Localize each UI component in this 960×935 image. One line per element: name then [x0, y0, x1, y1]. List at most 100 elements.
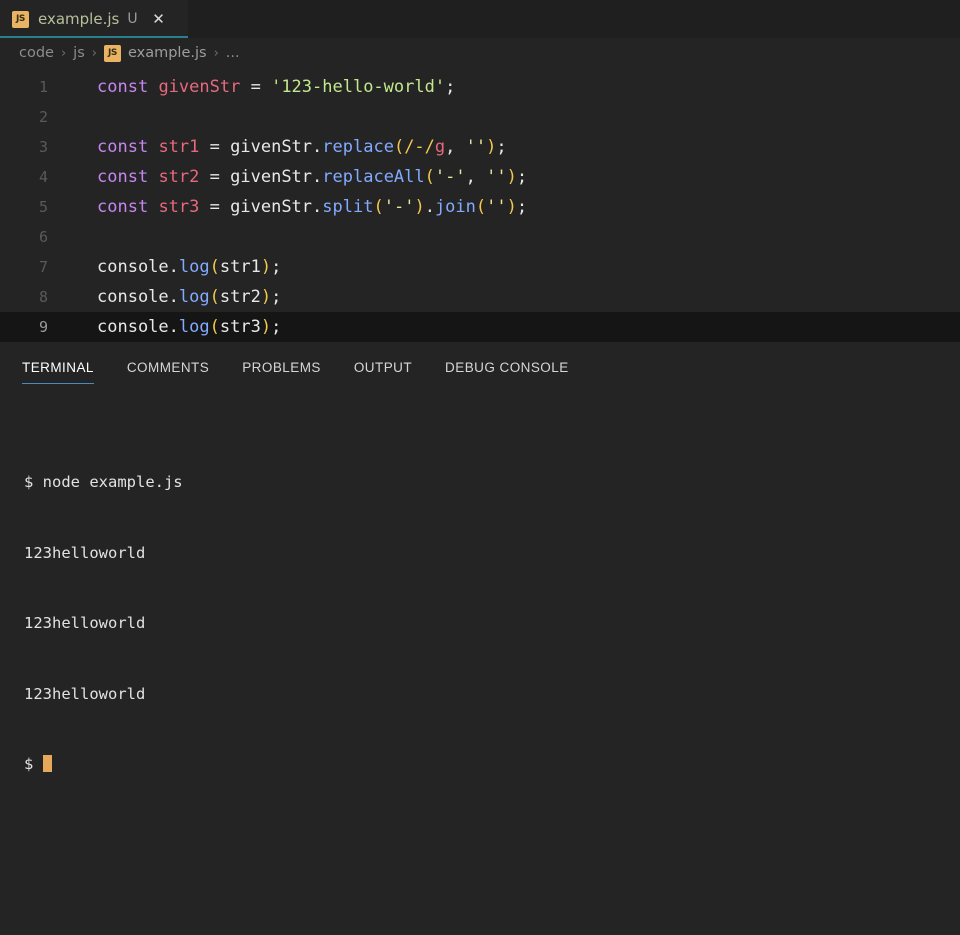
- token-paren: (: [476, 197, 486, 217]
- token-paren: ): [414, 197, 424, 217]
- js-file-icon: JS: [12, 11, 29, 28]
- token-string: '': [466, 137, 486, 157]
- token-object: console: [97, 317, 169, 337]
- token-string: '-': [435, 167, 466, 187]
- token-string: '123-hello-world': [271, 77, 445, 97]
- token-semicolon: ;: [517, 197, 527, 217]
- token-semicolon: ;: [445, 77, 455, 97]
- tab-problems[interactable]: PROBLEMS: [242, 360, 321, 384]
- token-comma: ,: [445, 137, 455, 157]
- token-paren: (: [210, 257, 220, 277]
- tab-filename-label: example.js: [38, 10, 119, 28]
- token-semicolon: ;: [271, 287, 281, 307]
- token-object: givenStr: [230, 167, 312, 187]
- token-operator: =: [251, 77, 261, 97]
- code-content: console.log(str3);: [48, 312, 960, 342]
- code-line[interactable]: 1 const givenStr = '123-hello-world';: [0, 72, 960, 102]
- token-semicolon: ;: [271, 317, 281, 337]
- breadcrumb-item-js[interactable]: js: [73, 45, 85, 61]
- token-paren: ): [507, 167, 517, 187]
- breadcrumb-item-example-js[interactable]: example.js: [128, 45, 207, 61]
- token-string: '': [486, 197, 506, 217]
- token-keyword: const: [97, 137, 148, 157]
- tab-debug-console[interactable]: DEBUG CONSOLE: [445, 360, 569, 384]
- line-number: 8: [0, 282, 48, 312]
- terminal-line-output: 123helloworld: [24, 612, 960, 636]
- breadcrumb-item-code[interactable]: code: [19, 45, 54, 61]
- chevron-right-icon: ›: [61, 46, 66, 61]
- token-string: '-': [384, 197, 415, 217]
- code-line[interactable]: 8 console.log(str2);: [0, 282, 960, 312]
- token-operator: =: [210, 137, 220, 157]
- token-dot: .: [312, 167, 322, 187]
- code-editor[interactable]: 1 const givenStr = '123-hello-world'; 2 …: [0, 68, 960, 338]
- editor-tab-bar: JS example.js U ✕: [0, 0, 960, 38]
- line-number: 1: [0, 72, 48, 102]
- code-line[interactable]: 2: [0, 102, 960, 132]
- code-line[interactable]: 3 const str1 = givenStr.replace(/-/g, ''…: [0, 132, 960, 162]
- token-regex-flag: g: [435, 137, 445, 157]
- chevron-right-icon: ›: [214, 46, 219, 61]
- breadcrumb-item-ellipsis[interactable]: ...: [226, 45, 240, 61]
- token-object: console: [97, 257, 169, 277]
- token-paren: ): [507, 197, 517, 217]
- code-content: console.log(str1);: [48, 252, 960, 282]
- code-content: const str3 = givenStr.split('-').join(''…: [48, 192, 960, 222]
- line-number: 2: [0, 102, 48, 132]
- token-method: replaceAll: [322, 167, 424, 187]
- js-file-icon: JS: [104, 45, 121, 62]
- token-string: '': [486, 167, 506, 187]
- terminal-prompt-line[interactable]: $: [24, 753, 960, 777]
- token-semicolon: ;: [496, 137, 506, 157]
- token-paren: (: [425, 167, 435, 187]
- code-content: const givenStr = '123-hello-world';: [48, 72, 960, 102]
- tab-comments[interactable]: COMMENTS: [127, 360, 209, 384]
- breadcrumb: code › js › JS example.js › ...: [0, 38, 960, 68]
- close-icon[interactable]: ✕: [150, 10, 168, 28]
- line-number: 4: [0, 162, 48, 192]
- token-paren: ): [486, 137, 496, 157]
- token-paren: (: [394, 137, 404, 157]
- code-line[interactable]: 7 console.log(str1);: [0, 252, 960, 282]
- code-content: const str2 = givenStr.replaceAll('-', ''…: [48, 162, 960, 192]
- token-operator: =: [210, 167, 220, 187]
- tab-terminal[interactable]: TERMINAL: [22, 360, 94, 384]
- token-variable: str1: [158, 137, 199, 157]
- terminal-prompt-symbol: $: [24, 755, 43, 773]
- terminal-cursor: [43, 755, 52, 772]
- token-comma: ,: [466, 167, 476, 187]
- tab-output[interactable]: OUTPUT: [354, 360, 412, 384]
- token-paren: ): [261, 287, 271, 307]
- panel-tab-list: TERMINAL COMMENTS PROBLEMS OUTPUT DEBUG …: [0, 338, 960, 384]
- terminal-line-command: $ node example.js: [24, 471, 960, 495]
- code-line[interactable]: 6: [0, 222, 960, 252]
- terminal-line-output: 123helloworld: [24, 542, 960, 566]
- line-number: 7: [0, 252, 48, 282]
- token-method: replace: [322, 137, 394, 157]
- token-keyword: const: [97, 167, 148, 187]
- token-dot: .: [425, 197, 435, 217]
- token-method: log: [179, 257, 210, 277]
- token-method: join: [435, 197, 476, 217]
- editor-tab-example-js[interactable]: JS example.js U ✕: [0, 0, 188, 38]
- code-line[interactable]: 4 const str2 = givenStr.replaceAll('-', …: [0, 162, 960, 192]
- terminal-output[interactable]: $ node example.js 123helloworld 123hello…: [0, 384, 960, 824]
- token-paren: ): [261, 317, 271, 337]
- terminal-line-output: 123helloworld: [24, 683, 960, 707]
- code-line[interactable]: 5 const str3 = givenStr.split('-').join(…: [0, 192, 960, 222]
- token-argument: str3: [220, 317, 261, 337]
- token-dot: .: [169, 287, 179, 307]
- token-keyword: const: [97, 77, 148, 97]
- token-semicolon: ;: [271, 257, 281, 277]
- token-semicolon: ;: [517, 167, 527, 187]
- token-argument: str1: [220, 257, 261, 277]
- active-tab-indicator: [0, 36, 188, 38]
- token-argument: str2: [220, 287, 261, 307]
- token-variable: givenStr: [158, 77, 240, 97]
- line-number: 3: [0, 132, 48, 162]
- token-object: givenStr: [230, 137, 312, 157]
- token-dot: .: [312, 197, 322, 217]
- code-line-active[interactable]: 9 console.log(str3);: [0, 312, 960, 342]
- token-dot: .: [169, 317, 179, 337]
- token-paren: (: [210, 287, 220, 307]
